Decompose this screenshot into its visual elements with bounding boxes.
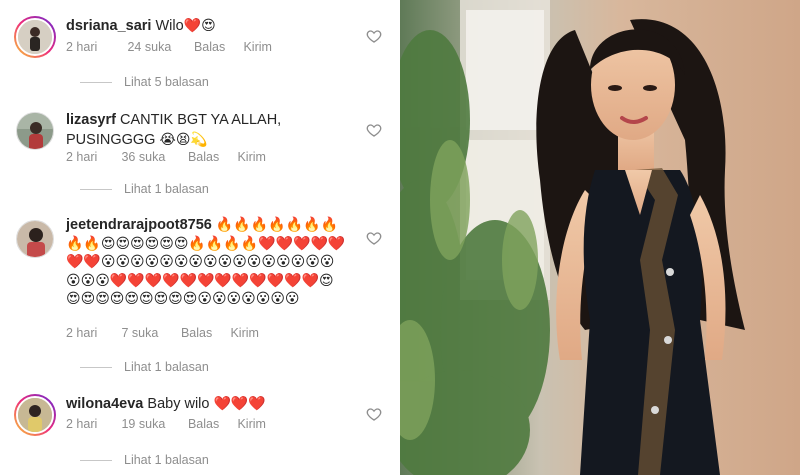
heart-outline-icon[interactable] [366, 406, 382, 422]
comment-username[interactable]: dsriana_sari [66, 18, 151, 34]
send-button[interactable]: Kirim [243, 40, 271, 54]
comment-body: jeetendrarajpoot8756 🔥🔥🔥🔥🔥🔥🔥🔥🔥😍😍😍😍😍😍🔥🔥🔥🔥… [66, 216, 348, 309]
view-replies[interactable]: Lihat 1 balasan [80, 182, 209, 196]
comment-meta: 2 hari 24 suka Balas Kirim [66, 40, 272, 54]
avatar[interactable] [16, 220, 54, 258]
comment-emoji: 😭😫💫 [159, 132, 208, 148]
comment-meta: 2 hari 19 suka Balas Kirim [66, 417, 266, 431]
avatar[interactable] [14, 394, 56, 436]
comments-panel: dsriana_sari Wilo❤️😍 2 hari 24 suka Bala… [0, 0, 400, 475]
comment-emoji: ❤️😍 [183, 18, 216, 34]
replies-line [80, 366, 112, 368]
avatar[interactable] [14, 16, 56, 58]
avatar[interactable] [16, 112, 54, 150]
comment-emoji: ❤️❤️❤️ [213, 396, 266, 412]
comment-username[interactable]: lizasyrf [66, 112, 116, 128]
comment-likes[interactable]: 7 suka [121, 326, 177, 340]
reply-button[interactable]: Balas [181, 326, 227, 340]
replies-line [80, 459, 112, 461]
comment-item: lizasyrf CANTIK BGT YA ALLAH, PUSINGGGG … [14, 112, 390, 202]
replies-line [80, 81, 112, 83]
comment-time: 2 hari [66, 150, 98, 164]
reply-button[interactable]: Balas [194, 40, 240, 54]
reply-button[interactable]: Balas [188, 150, 234, 164]
comment-item: wilona4eva Baby wilo ❤️❤️❤️ 2 hari 19 su… [14, 392, 390, 472]
view-replies-label[interactable]: Lihat 5 balasan [124, 75, 209, 89]
comment-text: Baby wilo [147, 396, 210, 412]
view-replies-label[interactable]: Lihat 1 balasan [124, 360, 209, 374]
comment-item: dsriana_sari Wilo❤️😍 2 hari 24 suka Bala… [14, 14, 390, 94]
portrait-illustration [400, 0, 800, 475]
comment-username[interactable]: jeetendrarajpoot8756 [66, 217, 212, 233]
comment-time: 2 hari [66, 40, 98, 54]
comment-item: jeetendrarajpoot8756 🔥🔥🔥🔥🔥🔥🔥🔥🔥😍😍😍😍😍😍🔥🔥🔥🔥… [14, 216, 390, 376]
comment-meta: 2 hari 36 suka Balas Kirim [66, 150, 266, 164]
view-replies[interactable]: Lihat 1 balasan [80, 453, 209, 467]
view-replies-label[interactable]: Lihat 1 balasan [124, 453, 209, 467]
comment-body: wilona4eva Baby wilo ❤️❤️❤️ [66, 394, 356, 414]
comment-likes[interactable]: 36 suka [121, 150, 184, 164]
comment-text: Wilo [155, 18, 184, 34]
view-replies-label[interactable]: Lihat 1 balasan [124, 182, 209, 196]
view-replies[interactable]: Lihat 5 balasan [80, 75, 209, 89]
send-button[interactable]: Kirim [237, 150, 265, 164]
view-replies[interactable]: Lihat 1 balasan [80, 360, 209, 374]
send-button[interactable]: Kirim [230, 326, 258, 340]
replies-line [80, 188, 112, 190]
comment-time: 2 hari [66, 326, 98, 340]
comment-time: 2 hari [66, 417, 98, 431]
comment-likes[interactable]: 24 suka [127, 40, 190, 54]
comment-meta: 2 hari 7 suka Balas Kirim [66, 326, 259, 340]
heart-outline-icon[interactable] [366, 28, 382, 44]
heart-outline-icon[interactable] [366, 122, 382, 138]
comment-username[interactable]: wilona4eva [66, 396, 143, 412]
comment-body: lizasyrf CANTIK BGT YA ALLAH, PUSINGGGG … [66, 110, 316, 150]
heart-outline-icon[interactable] [366, 230, 382, 246]
comment-body: dsriana_sari Wilo❤️😍 [66, 16, 356, 36]
comment-likes[interactable]: 19 suka [121, 417, 184, 431]
reply-button[interactable]: Balas [188, 417, 234, 431]
post-photo [400, 0, 800, 475]
send-button[interactable]: Kirim [237, 417, 265, 431]
